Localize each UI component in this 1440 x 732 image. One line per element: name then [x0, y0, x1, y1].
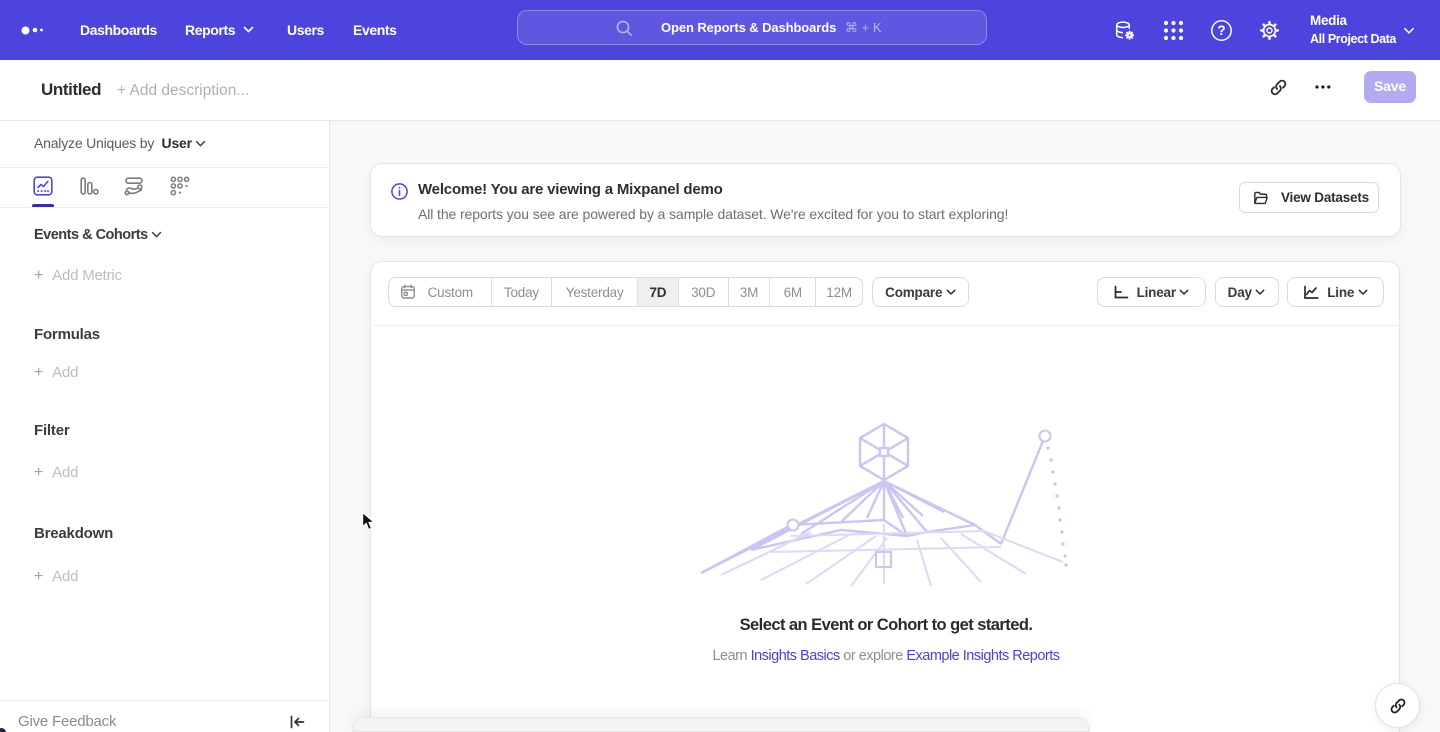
svg-text:?: ?: [1217, 23, 1225, 38]
